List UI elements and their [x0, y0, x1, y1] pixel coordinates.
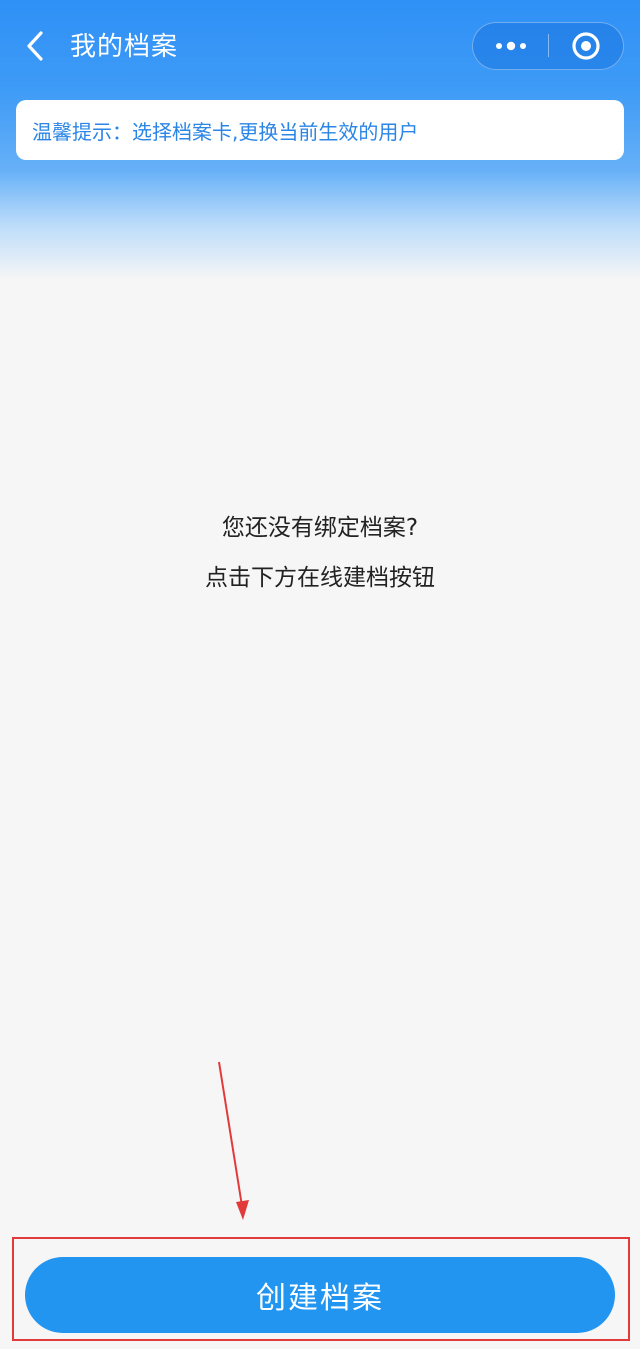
empty-state-message: 您还没有绑定档案? 点击下方在线建档按钮 — [0, 503, 640, 603]
target-circle-icon — [571, 31, 600, 60]
mini-program-capsule — [472, 22, 624, 70]
back-button[interactable] — [18, 28, 54, 64]
create-profile-button[interactable]: 创建档案 — [25, 1257, 615, 1333]
empty-state-line-2: 点击下方在线建档按钮 — [205, 565, 435, 591]
chevron-left-icon — [27, 31, 43, 61]
more-dots-icon — [495, 41, 526, 50]
empty-state-line-1: 您还没有绑定档案? — [221, 515, 419, 541]
tip-card: 温馨提示：选择档案卡,更换当前生效的用户 — [16, 100, 624, 160]
more-button[interactable] — [473, 23, 548, 68]
close-mini-program-button[interactable] — [549, 23, 622, 68]
page-title: 我的档案 — [70, 32, 179, 62]
tip-text: 温馨提示：选择档案卡,更换当前生效的用户 — [32, 119, 419, 144]
